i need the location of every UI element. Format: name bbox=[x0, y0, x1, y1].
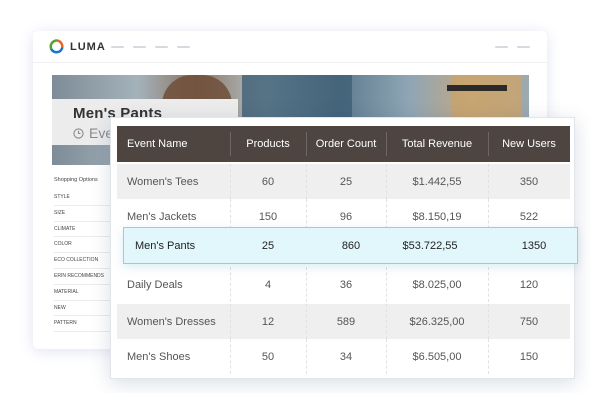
cell-event-name: Daily Deals bbox=[127, 278, 183, 291]
cell-event-name: Men's Pants bbox=[135, 239, 196, 252]
filter-new[interactable]: NEW bbox=[54, 301, 114, 317]
nav-placeholder bbox=[155, 46, 168, 48]
logo[interactable]: LUMA bbox=[49, 39, 106, 54]
cell-products: 25 bbox=[261, 239, 275, 252]
cell-event-name: Women's Dresses bbox=[127, 315, 216, 328]
column-divider bbox=[386, 304, 387, 339]
nav-placeholder bbox=[177, 46, 190, 48]
cell-total-revenue: $53.722,55 bbox=[402, 239, 458, 252]
cell-new-users: 1350 bbox=[521, 239, 547, 252]
table-header: Event Name Products Order Count Total Re… bbox=[117, 126, 570, 162]
column-divider bbox=[230, 304, 231, 339]
column-divider bbox=[306, 339, 307, 374]
column-divider bbox=[306, 267, 307, 302]
column-divider bbox=[386, 164, 387, 199]
column-divider bbox=[230, 164, 231, 199]
column-divider bbox=[306, 164, 307, 199]
cell-products: 50 bbox=[261, 350, 275, 363]
hero-image-belt bbox=[447, 85, 507, 91]
column-divider bbox=[386, 132, 387, 156]
cell-total-revenue: $8.025,00 bbox=[412, 278, 462, 291]
brand-name: LUMA bbox=[70, 40, 106, 53]
cell-total-revenue: $26.325,00 bbox=[409, 315, 465, 328]
table-row[interactable]: Women's Dresses 12 589 $26.325,00 750 bbox=[117, 304, 570, 339]
nav-placeholder bbox=[111, 46, 124, 48]
column-header-products[interactable]: Products bbox=[230, 126, 306, 162]
cell-event-name: Men's Shoes bbox=[127, 350, 191, 363]
column-divider bbox=[386, 267, 387, 302]
cell-total-revenue: $1.442,55 bbox=[412, 175, 462, 188]
cell-total-revenue: $6.505,00 bbox=[412, 350, 462, 363]
column-divider bbox=[488, 304, 489, 339]
column-divider bbox=[306, 304, 307, 339]
clock-icon bbox=[73, 127, 84, 139]
filter-color[interactable]: COLOR bbox=[54, 237, 114, 254]
column-header-order-count[interactable]: Order Count bbox=[306, 126, 386, 162]
column-header-event-name[interactable]: Event Name bbox=[127, 126, 188, 162]
filter-style[interactable]: STYLE bbox=[54, 190, 114, 206]
browser-top-bar: LUMA bbox=[33, 31, 547, 63]
filter-climate[interactable]: CLIMATE bbox=[54, 222, 114, 238]
cell-order-count: 36 bbox=[339, 278, 353, 291]
cell-order-count: 34 bbox=[339, 350, 353, 363]
column-header-total-revenue[interactable]: Total Revenue bbox=[386, 126, 488, 162]
cell-products: 12 bbox=[261, 315, 275, 328]
column-divider bbox=[306, 132, 307, 156]
shopping-options: Shopping Options STYLE SIZE CLIMATE COLO… bbox=[54, 177, 114, 333]
column-header-new-users[interactable]: New Users bbox=[488, 126, 570, 162]
column-divider bbox=[488, 132, 489, 156]
luma-logo-icon bbox=[49, 39, 64, 54]
filter-erin-recommends[interactable]: ERIN RECOMMENDS bbox=[54, 269, 114, 285]
column-divider bbox=[488, 339, 489, 374]
nav-placeholder bbox=[133, 46, 146, 48]
filter-eco-collection[interactable]: ECO COLLECTION bbox=[54, 253, 114, 269]
cell-new-users: 350 bbox=[519, 175, 539, 188]
cell-new-users: 120 bbox=[519, 278, 539, 291]
filter-size[interactable]: SIZE bbox=[54, 206, 114, 222]
column-divider bbox=[488, 164, 489, 199]
cell-event-name: Women's Tees bbox=[127, 175, 199, 188]
cell-order-count: 589 bbox=[336, 315, 356, 328]
cell-products: 60 bbox=[261, 175, 275, 188]
cell-new-users: 750 bbox=[519, 315, 539, 328]
column-divider bbox=[230, 132, 231, 156]
filters-heading: Shopping Options bbox=[54, 177, 98, 183]
column-divider bbox=[386, 339, 387, 374]
nav-placeholder bbox=[495, 46, 508, 48]
table-row[interactable]: Daily Deals 4 36 $8.025,00 120 bbox=[117, 267, 570, 302]
table-row[interactable]: Women's Tees 60 25 $1.442,55 350 bbox=[117, 164, 570, 199]
column-divider bbox=[230, 339, 231, 374]
cell-products: 4 bbox=[264, 278, 272, 291]
nav-placeholder bbox=[517, 46, 530, 48]
cell-order-count: 860 bbox=[341, 239, 361, 252]
table-row-selected[interactable]: Men's Pants 25 860 $53.722,55 1350 bbox=[123, 227, 578, 264]
filter-material[interactable]: MATERIAL bbox=[54, 285, 114, 301]
filter-pattern[interactable]: PATTERN bbox=[54, 316, 114, 333]
column-divider bbox=[230, 267, 231, 302]
column-divider bbox=[488, 267, 489, 302]
cell-order-count: 25 bbox=[339, 175, 353, 188]
table-row[interactable]: Men's Shoes 50 34 $6.505,00 150 bbox=[117, 339, 570, 374]
cell-new-users: 150 bbox=[519, 350, 539, 363]
